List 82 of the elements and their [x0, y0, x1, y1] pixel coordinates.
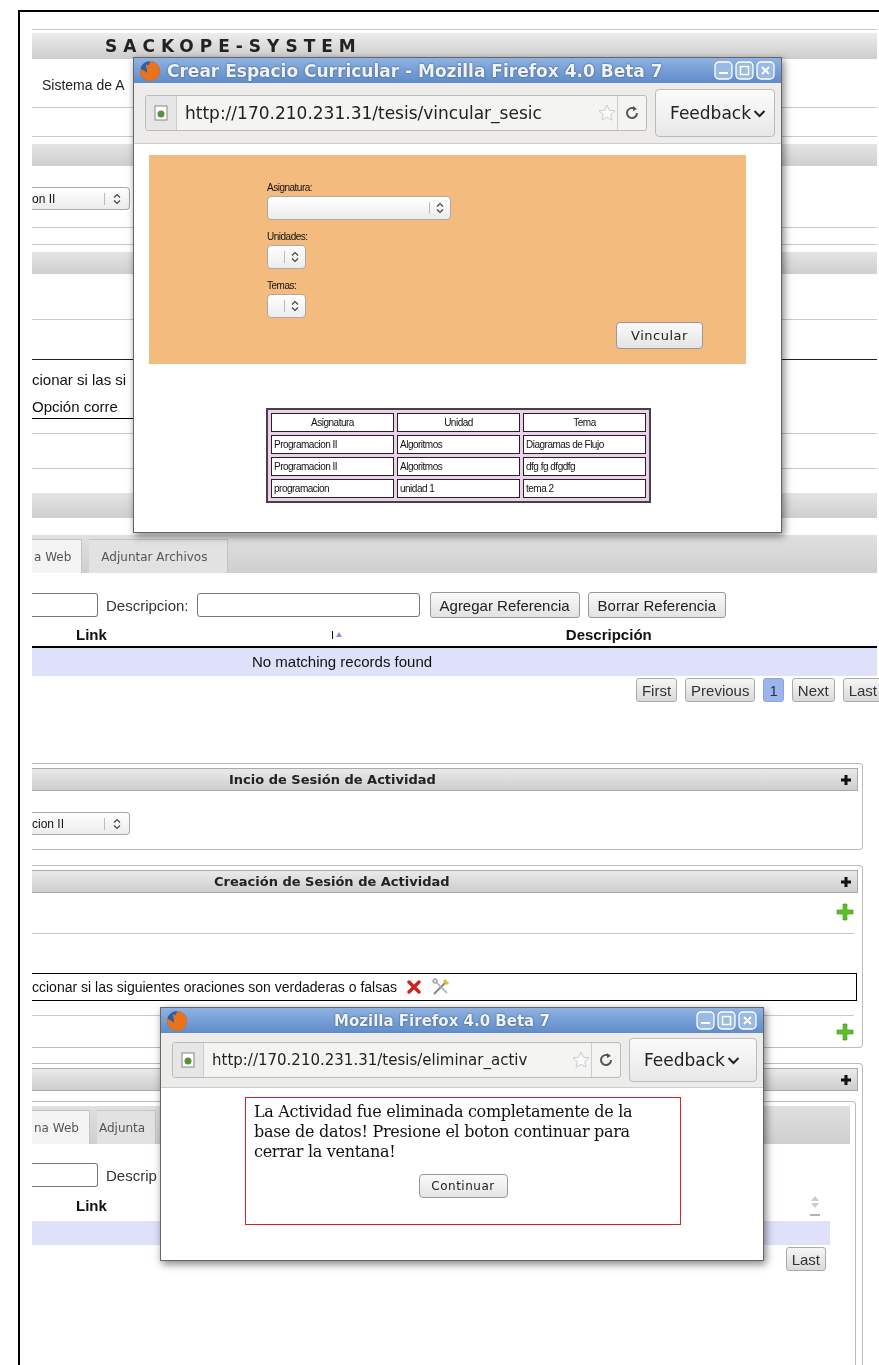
minimize-icon[interactable]: [714, 61, 733, 80]
expand-icon[interactable]: [841, 774, 851, 785]
dropdown[interactable]: [267, 294, 306, 318]
page-button[interactable]: Previous: [685, 678, 756, 702]
empty-message: No matching records found: [252, 653, 433, 670]
reference-button[interactable]: Agregar Referencia: [429, 592, 580, 618]
add-icon[interactable]: [836, 1023, 854, 1041]
dropdown[interactable]: [267, 245, 306, 269]
url-text: http://170.210.231.31/tesis/vincular_sesic: [184, 103, 543, 123]
reload-icon[interactable]: [624, 105, 641, 121]
table-cell: Algoritmos: [397, 435, 520, 454]
table-cell: Programacion II: [271, 457, 394, 476]
column-header[interactable]: Descripción: [565, 626, 652, 643]
app-icon: [139, 59, 161, 82]
expand-icon[interactable]: [841, 1074, 851, 1085]
panel-title: Incio de Sesión de Actividad: [229, 772, 436, 787]
reference-button[interactable]: Borrar Referencia: [587, 592, 726, 618]
table-cell: Programacion II: [271, 435, 394, 454]
expand-icon[interactable]: [841, 876, 851, 887]
star-icon[interactable]: [571, 1050, 591, 1070]
message-text: La Actividad fue eliminada completamente de la base de datos! Presione el boton continuar para cerrar la ventana!: [254, 1102, 634, 1162]
column-header: Asignatura: [271, 413, 394, 432]
question-text: ccionar si las siguientes oraciones son verdaderas o falsas: [32, 979, 397, 995]
table-cell: tema 2: [523, 479, 646, 498]
link-button[interactable]: Vincular: [616, 322, 703, 349]
chevron-down-icon: [753, 108, 766, 118]
column-header[interactable]: Link: [76, 1197, 107, 1214]
continue-button[interactable]: Continuar: [418, 1174, 508, 1198]
page-button[interactable]: First: [635, 678, 678, 702]
page-button[interactable]: Next: [791, 678, 835, 702]
window-title: Mozilla Firefox 4.0 Beta 7: [333, 1011, 551, 1030]
table-cell: Diagramas de Flujo: [523, 435, 646, 454]
field-label: Temas:: [267, 280, 297, 291]
table-cell: dfg fg dfgdfg: [523, 457, 646, 476]
column-header[interactable]: Link: [76, 626, 107, 643]
page-button[interactable]: 1: [763, 678, 784, 702]
description-field[interactable]: [196, 593, 420, 617]
page-button[interactable]: Last: [842, 678, 879, 702]
link-field[interactable]: [32, 593, 98, 617]
table-cell: Algoritmos: [397, 457, 520, 476]
address-bar[interactable]: http://170.210.231.31/tesis/vincular_sesic: [145, 95, 648, 131]
app-icon: [166, 1009, 188, 1032]
url-text: http://170.210.231.31/tesis/eliminar_activ: [211, 1051, 529, 1069]
question-text: cionar si las si: [32, 370, 128, 390]
close-icon[interactable]: [738, 1011, 757, 1030]
column-header: Tema: [523, 413, 646, 432]
feedback-button[interactable]: Feedback: [655, 89, 775, 137]
sort-icon[interactable]: [810, 1194, 820, 1217]
tab[interactable]: a Web: [32, 539, 83, 573]
chevron-down-icon: [726, 1055, 740, 1065]
window-title: Crear Espacio Curricular - Mozilla Firefox 4.0 Beta 7: [167, 60, 664, 81]
column-header: Unidad: [397, 413, 520, 432]
field-label: Unidades:: [267, 231, 308, 242]
delete-icon[interactable]: [407, 980, 421, 994]
minimize-icon[interactable]: [696, 1011, 715, 1030]
system-title: SACKOPE-SYSTEM: [105, 35, 362, 58]
close-icon[interactable]: [756, 61, 775, 80]
crossed-tools-icon[interactable]: [431, 977, 451, 997]
table-cell: unidad 1: [397, 479, 520, 498]
field-label: Asignatura:: [267, 182, 313, 193]
table-cell: programacion: [271, 479, 394, 498]
subject-select[interactable]: on II: [32, 187, 130, 210]
page-icon: [154, 105, 168, 121]
description-label: Descripcion:: [106, 596, 189, 614]
feedback-button[interactable]: Feedback: [629, 1038, 757, 1082]
address-bar[interactable]: http://170.210.231.31/tesis/eliminar_activ: [172, 1042, 621, 1078]
star-icon[interactable]: [597, 103, 618, 123]
page-icon: [181, 1052, 195, 1068]
subject-select[interactable]: cion II: [32, 812, 130, 835]
tab[interactable]: Adjunta: [96, 1110, 157, 1144]
system-subtitle: Sistema de A: [42, 77, 125, 93]
description-label: Descrip: [106, 1166, 157, 1184]
tab[interactable]: Adjuntar Archivos: [89, 539, 229, 573]
maximize-icon[interactable]: [735, 61, 754, 80]
link-field[interactable]: [32, 1163, 98, 1187]
add-icon[interactable]: [836, 903, 854, 921]
page-button[interactable]: Last: [785, 1247, 826, 1271]
panel-title: Creación de Sesión de Actividad: [214, 874, 450, 889]
dropdown[interactable]: [267, 196, 451, 220]
tab[interactable]: na Web: [32, 1110, 90, 1144]
maximize-icon[interactable]: [717, 1011, 736, 1030]
reload-icon[interactable]: [598, 1052, 614, 1068]
